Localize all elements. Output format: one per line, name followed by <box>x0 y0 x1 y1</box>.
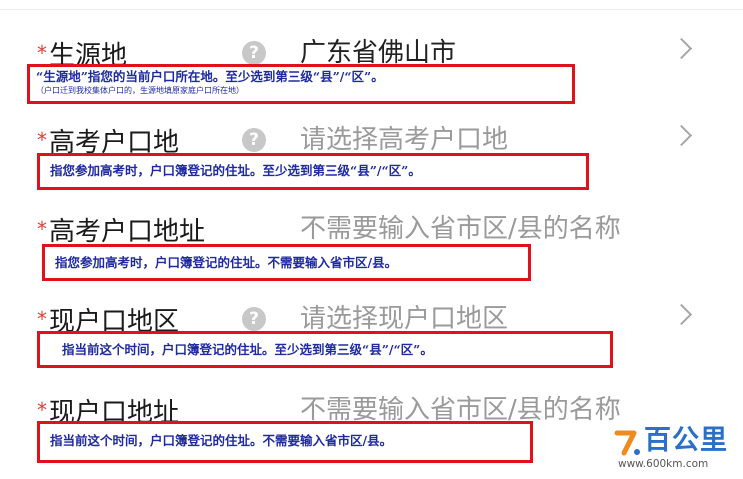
annotation-text: “生源地”指您的当前户口所在地。至少选到第三级“县”/“区”。 <box>36 69 384 84</box>
annotation-box-current-registration-area: 指当前这个时间，户口簿登记的住址。至少选到第三级“县”/“区”。 <box>37 331 613 368</box>
required-star: * <box>37 217 47 241</box>
chevron-right-icon[interactable] <box>670 303 693 326</box>
required-star: * <box>37 41 47 65</box>
required-star: * <box>37 307 47 331</box>
annotation-box-current-registration-address: 指当前这个时间，户口簿登记的住址。不需要输入省市区/县。 <box>37 421 533 463</box>
annotation-text: 指当前这个时间，户口簿登记的住址。至少选到第三级“县”/“区”。 <box>62 342 433 357</box>
help-circle-icon[interactable]: ? <box>242 307 266 331</box>
annotation-text: 指您参加高考时，户口簿登记的住址。至少选到第三级“县”/“区”。 <box>50 163 421 178</box>
annotation-box-exam-registration-address: 指您参加高考时，户口簿登记的住址。不需要输入省市区/县。 <box>42 244 531 281</box>
annotation-text: 指您参加高考时，户口簿登记的住址。不需要输入省市区/县。 <box>55 255 398 270</box>
annotation-box-birthplace: “生源地”指您的当前户口所在地。至少选到第三级“县”/“区”。 （户口迁到我校集… <box>27 64 575 104</box>
required-star: * <box>37 128 47 152</box>
top-divider <box>0 9 743 10</box>
brand-logo-icon <box>614 430 640 456</box>
brand-url: www.600km.com <box>618 458 709 470</box>
chevron-right-icon[interactable] <box>670 124 693 147</box>
watermark: 百公里 www.600km.com <box>612 425 740 477</box>
annotation-subtext: （户口迁到我校集体户口的，生源地填原家庭户口所在地） <box>36 86 244 95</box>
help-circle-icon[interactable]: ? <box>242 41 266 65</box>
brand-name: 百公里 <box>644 425 728 456</box>
exam-registration-area-select[interactable]: 请选择高考户口地 <box>300 123 508 157</box>
exam-registration-address-input[interactable]: 不需要输入省市区/县的名称 <box>300 212 621 246</box>
annotation-box-exam-registration-area: 指您参加高考时，户口簿登记的住址。至少选到第三级“县”/“区”。 <box>37 153 589 190</box>
chevron-right-icon[interactable] <box>670 37 693 60</box>
help-circle-icon[interactable]: ? <box>242 128 266 152</box>
annotation-text: 指当前这个时间，户口簿登记的住址。不需要输入省市区/县。 <box>50 433 393 448</box>
required-star: * <box>37 398 47 422</box>
